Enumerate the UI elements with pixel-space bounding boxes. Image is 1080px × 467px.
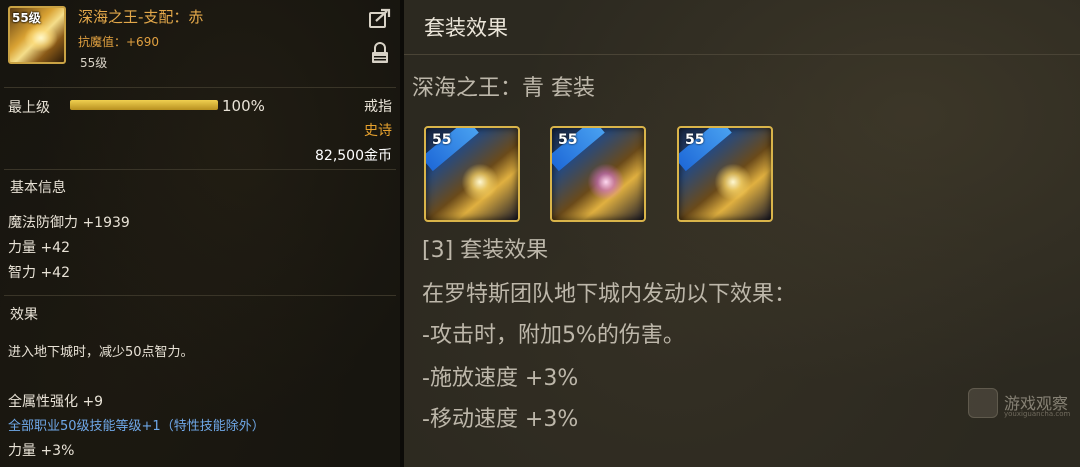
set-panel-title: 套装效果 — [424, 16, 508, 40]
grade-progress-fill — [70, 100, 218, 110]
resist-value: 抗魔值：+690 — [78, 35, 159, 49]
stat-line: 魔法防御力 +1939 — [8, 215, 130, 231]
set-bracelet-icon[interactable]: 55 — [677, 126, 773, 222]
set-icon-level: 55 — [685, 132, 705, 148]
glowing-weapon-icon[interactable]: 55级 — [8, 6, 66, 64]
site-watermark: 游戏观察 youxiguancha.com — [968, 386, 1076, 422]
item-icon-level: 55级 — [12, 11, 41, 25]
stat-line: 全属性强化 +9 — [8, 394, 104, 410]
item-tooltip-panel: 55级 深海之王-支配：赤 抗魔值：+690 55级 最上级 100% 戒指 史… — [0, 0, 400, 467]
watermark-url: youxiguancha.com — [1004, 410, 1071, 418]
basic-info-title: 基本信息 — [10, 180, 66, 196]
divider — [4, 295, 396, 296]
item-level: 55级 — [80, 56, 108, 70]
stat-line: 智力 +42 — [8, 265, 70, 281]
set-effect-line: -移动速度 +3% — [422, 407, 579, 432]
share-icon[interactable] — [369, 8, 391, 28]
set-effect-line: -攻击时，附加5%的伤害。 — [422, 323, 685, 348]
item-name: 深海之王-支配：赤 — [78, 8, 204, 26]
stat-line: 力量 +3% — [8, 443, 75, 459]
set-effect-header: [3] 套装效果 — [422, 238, 549, 263]
grade-label: 最上级 — [8, 100, 50, 116]
set-icon-level: 55 — [432, 132, 452, 148]
divider — [4, 169, 396, 170]
set-weapon-icon[interactable]: 55 — [424, 126, 520, 222]
divider — [404, 54, 1080, 55]
item-rarity: 史诗 — [364, 123, 392, 139]
set-icon-level: 55 — [558, 132, 578, 148]
stat-line: 力量 +42 — [8, 240, 70, 256]
skill-level-line: 全部职业50级技能等级+1（特性技能除外） — [8, 419, 265, 434]
set-effect-line: -施放速度 +3% — [422, 366, 579, 391]
set-effect-line: 在罗特斯团队地下城内发动以下效果： — [422, 282, 797, 307]
divider — [4, 87, 396, 88]
item-slot: 戒指 — [364, 99, 392, 115]
effects-title: 效果 — [10, 307, 38, 323]
set-ring-icon[interactable]: 55 — [550, 126, 646, 222]
effect-line: 进入地下城时，减少50点智力。 — [8, 345, 194, 360]
grade-progress-bar — [70, 100, 218, 110]
watermark-logo-icon — [968, 388, 998, 418]
grade-percent: 100% — [222, 97, 265, 115]
set-name: 深海之王：青 套装 — [412, 76, 595, 101]
item-price: 82,500金币 — [315, 148, 392, 164]
lock-icon[interactable] — [371, 42, 389, 64]
